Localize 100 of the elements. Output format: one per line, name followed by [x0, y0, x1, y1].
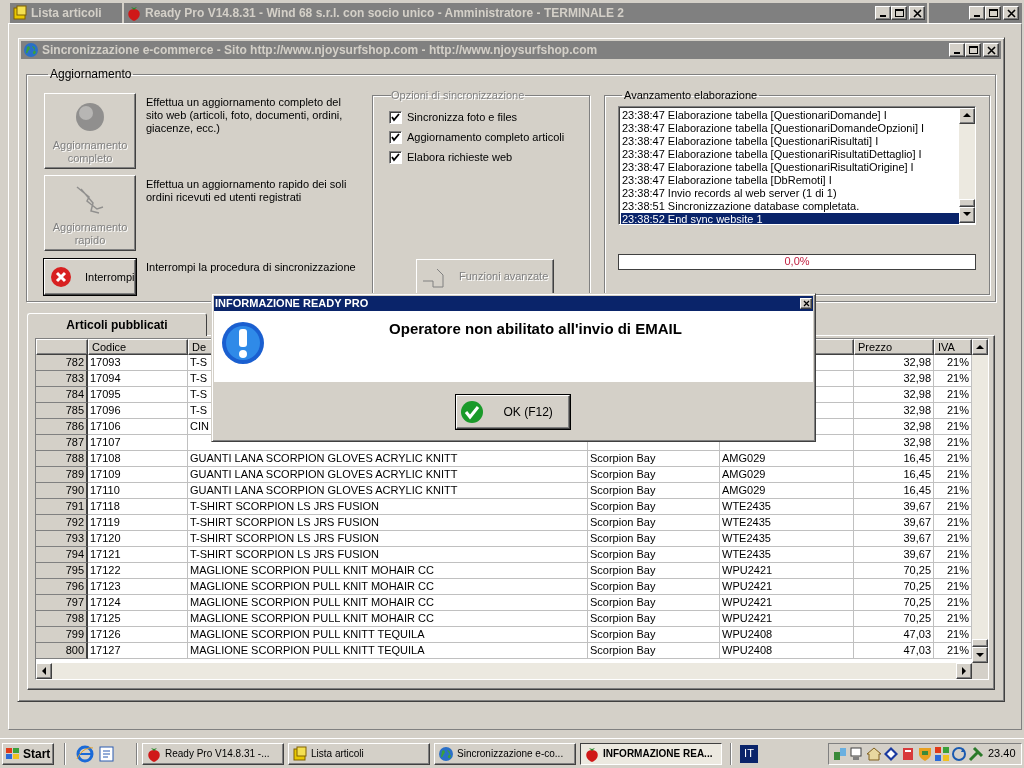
table-cell: 70,25	[854, 579, 934, 595]
row-number: 795	[36, 563, 88, 579]
maximize-button[interactable]	[985, 6, 1001, 20]
table-cell: 32,98	[854, 403, 934, 419]
table-cell: 17120	[88, 531, 188, 547]
log-entry[interactable]: 23:38:47 Elaborazione tabella [DbRemoti] I	[621, 173, 959, 187]
diamond-icon[interactable]	[883, 745, 899, 762]
close-button[interactable]	[909, 6, 925, 20]
close-button[interactable]	[1003, 6, 1019, 20]
group-label: Avanzamento elaborazione	[623, 88, 759, 103]
table-cell: WTE2435	[720, 547, 854, 563]
scroll-up-button[interactable]	[972, 339, 988, 355]
close-button[interactable]	[983, 43, 999, 57]
column-header[interactable]: IVA	[934, 339, 972, 355]
column-header[interactable]: Codice	[88, 339, 188, 355]
table-cell: 17107	[88, 435, 188, 451]
clock: 23.40	[988, 746, 1016, 762]
table-cell: 17121	[88, 547, 188, 563]
maximize-icon	[987, 7, 999, 19]
table-cell: MAGLIONE SCORPION PULL KNIT MOHAIR CC	[188, 611, 588, 627]
maximize-icon	[893, 7, 905, 19]
table-cell: Scorpion Bay	[588, 467, 720, 483]
table-cell: 17125	[88, 611, 188, 627]
close-icon	[985, 44, 997, 56]
close-button[interactable]	[800, 298, 812, 309]
ok-button[interactable]: OK (F12)	[455, 395, 570, 429]
taskbar-button[interactable]: Ready Pro V14.8.31 -...	[142, 742, 284, 765]
scrollbar[interactable]	[972, 339, 988, 663]
table-cell: T-SHIRT SCORPION LS JRS FUSION	[188, 531, 588, 547]
table-cell: Scorpion Bay	[588, 531, 720, 547]
book-icon[interactable]	[900, 745, 916, 762]
scrollbar[interactable]	[959, 107, 975, 223]
document-icon[interactable]	[98, 744, 116, 763]
table-cell: MAGLIONE SCORPION PULL KNIT MOHAIR CC	[188, 563, 588, 579]
log-entry[interactable]: 23:38:47 Elaborazione tabella [QuestionariDomande] I	[621, 108, 959, 122]
table-cell: MAGLIONE SCORPION PULL KNIT MOHAIR CC	[188, 579, 588, 595]
stop-button[interactable]: Interrompi	[44, 259, 136, 295]
minimize-button[interactable]	[875, 6, 891, 20]
scroll-thumb[interactable]	[972, 639, 988, 647]
sync-icon[interactable]	[951, 745, 967, 762]
log-entry[interactable]: 23:38:51 Sincronizzazione database completata.	[621, 199, 959, 213]
scroll-thumb[interactable]	[959, 198, 975, 207]
table-cell: 70,25	[854, 563, 934, 579]
error-icon	[49, 265, 73, 289]
start-button[interactable]: Start	[2, 742, 54, 765]
shield-icon[interactable]	[917, 745, 933, 762]
row-number: 784	[36, 387, 88, 403]
scroll-right-button[interactable]	[956, 663, 972, 679]
table-cell: AMG029	[720, 451, 854, 467]
row-number: 794	[36, 547, 88, 563]
table-cell: 39,67	[854, 531, 934, 547]
maximize-button[interactable]	[891, 6, 907, 20]
taskbar-button[interactable]: INFORMAZIONE REA...	[580, 742, 722, 765]
blocks-icon[interactable]	[934, 745, 950, 762]
table-cell: 17126	[88, 627, 188, 643]
table-cell: WPU2408	[720, 643, 854, 659]
table-cell: 47,03	[854, 627, 934, 643]
computer-icon[interactable]	[849, 745, 865, 762]
table-cell: 17118	[88, 499, 188, 515]
log-entry[interactable]: 23:38:47 Elaborazione tabella [QuestionariRisultatiDettaglio] I	[621, 147, 959, 161]
scrollbar-corner	[972, 663, 988, 679]
table-cell: AMG029	[720, 483, 854, 499]
log-entry[interactable]: 23:38:47 Elaborazione tabella [QuestionariRisultati] I	[621, 134, 959, 148]
tab[interactable]: Articoli pubblicati	[27, 313, 207, 336]
table-cell: WPU2421	[720, 563, 854, 579]
check-icon	[459, 400, 484, 424]
taskbar-button[interactable]: Lista articoli	[288, 742, 430, 765]
table-cell: 32,98	[854, 419, 934, 435]
table-cell: MAGLIONE SCORPION PULL KNITT TEQUILA	[188, 627, 588, 643]
column-header[interactable]: Prezzo	[854, 339, 934, 355]
minimize-button[interactable]	[949, 43, 965, 57]
left-arrow-icon	[41, 667, 47, 675]
table-cell: 17124	[88, 595, 188, 611]
browser-icon[interactable]	[76, 744, 94, 763]
globe-icon	[438, 745, 454, 762]
language-indicator[interactable]: IT	[740, 744, 758, 763]
table-cell: 47,03	[854, 643, 934, 659]
taskbar-button[interactable]: Sincronizzazione e-co...	[434, 742, 576, 765]
network-icon[interactable]	[832, 745, 848, 762]
scrollbar[interactable]	[36, 663, 972, 679]
table-cell: 32,98	[854, 355, 934, 371]
close-icon	[802, 300, 810, 307]
log-entry[interactable]: 23:38:47 Invio records al web server (1 di 1)	[621, 186, 959, 200]
scroll-down-button[interactable]	[972, 647, 988, 663]
description-text: Interrompi la procedura di sincronizzazione	[146, 260, 357, 275]
window-title-bar[interactable]	[929, 3, 1022, 23]
row-number: 798	[36, 611, 88, 627]
table-cell: 32,98	[854, 371, 934, 387]
down-arrow-icon	[963, 212, 971, 217]
scroll-up-button[interactable]	[959, 107, 975, 124]
table-cell: 39,67	[854, 515, 934, 531]
scroll-left-button[interactable]	[36, 663, 52, 679]
maximize-button[interactable]	[965, 43, 981, 57]
minimize-button[interactable]	[969, 6, 985, 20]
dialog-title: INFORMAZIONE READY PRO	[215, 296, 369, 312]
dialog-title-bar[interactable]: INFORMAZIONE READY PRO	[214, 296, 813, 311]
tools-icon[interactable]	[968, 745, 984, 762]
table-cell: WTE2435	[720, 499, 854, 515]
log-entry[interactable]: 23:38:47 Elaborazione tabella [QuestionariRisultatiOrigine] I	[621, 160, 959, 174]
log-entry[interactable]: 23:38:47 Elaborazione tabella [QuestionariDomandeOpzioni] I	[621, 121, 959, 135]
